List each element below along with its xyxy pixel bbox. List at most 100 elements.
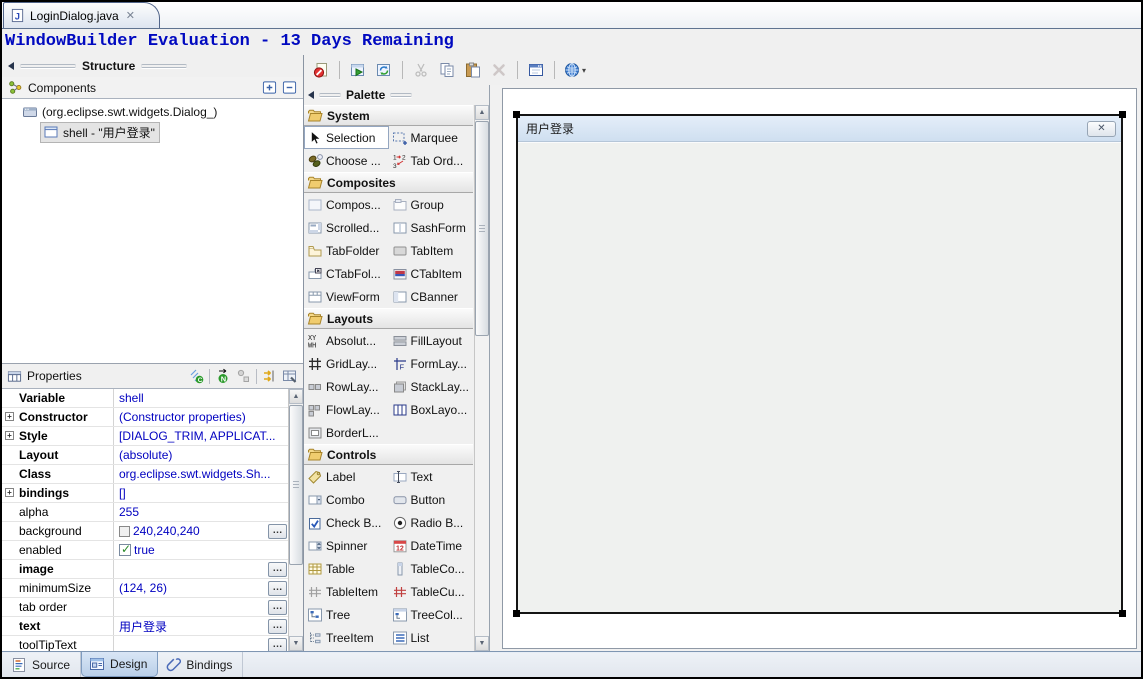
run-test-button[interactable] — [346, 58, 370, 82]
property-value[interactable]: (Constructor properties) — [114, 408, 288, 426]
ellipsis-button[interactable]: … — [268, 562, 287, 577]
palette-category-system[interactable]: System — [304, 105, 473, 126]
collapse-left-icon[interactable] — [8, 62, 14, 70]
palette-item-toolbar[interactable]: ToolBar — [304, 649, 389, 651]
selection-handle[interactable] — [513, 111, 520, 118]
palette-item-marquee[interactable]: Marquee — [389, 126, 474, 149]
paste-button[interactable] — [461, 58, 485, 82]
selection-handle[interactable] — [1119, 610, 1126, 617]
palette-item-absolut[interactable]: XYWHAbsolut... — [304, 329, 389, 352]
property-value[interactable]: [DIALOG_TRIM, APPLICAT... — [114, 427, 288, 445]
dialog-client-area[interactable] — [518, 142, 1121, 612]
ellipsis-button[interactable]: … — [268, 638, 287, 652]
property-row-bindings[interactable]: +bindings[] — [2, 484, 288, 503]
palette-item-ctabitem[interactable]: CTabItem — [389, 262, 474, 285]
property-row-style[interactable]: +Style[DIALOG_TRIM, APPLICAT... — [2, 427, 288, 446]
selection-handle[interactable] — [1119, 111, 1126, 118]
palette-item-toolitem[interactable]: ToolItem — [389, 649, 474, 651]
palette-item-flowlay[interactable]: FlowLay... — [304, 398, 389, 421]
advanced-properties-button[interactable] — [234, 367, 252, 385]
palette-item-text[interactable]: Text — [389, 465, 474, 488]
palette-item-borderl[interactable]: BorderL... — [304, 421, 389, 444]
test-exit-button[interactable] — [309, 58, 333, 82]
editor-tab-logindialog[interactable]: J LoginDialog.java ✕ — [3, 2, 160, 28]
tab-close-icon[interactable]: ✕ — [126, 9, 135, 22]
palette-item-boxlayo[interactable]: BoxLayo... — [389, 398, 474, 421]
tree-item-org-eclipse-swt-widgets-dialog[interactable]: (org.eclipse.swt.widgets.Dialog_) — [2, 102, 303, 122]
property-row-class[interactable]: Classorg.eclipse.swt.widgets.Sh... — [2, 465, 288, 484]
property-value[interactable]: … — [114, 636, 288, 651]
palette-item-tablecu[interactable]: TableCu... — [389, 580, 474, 603]
property-row-image[interactable]: image… — [2, 560, 288, 579]
palette-item-tabfolder[interactable]: TabFolder — [304, 239, 389, 262]
palette-item-treecol[interactable]: TreeCol... — [389, 603, 474, 626]
expand-icon[interactable]: + — [5, 488, 14, 497]
expand-all-button[interactable] — [262, 81, 277, 95]
property-row-layout[interactable]: Layout(absolute) — [2, 446, 288, 465]
property-row-minimumsize[interactable]: minimumSize(124, 26)… — [2, 579, 288, 598]
property-value[interactable]: shell — [114, 389, 288, 407]
checkbox-checked-icon[interactable] — [119, 544, 131, 556]
palette-item-compos[interactable]: Compos... — [304, 193, 389, 216]
collapse-palette-icon[interactable] — [308, 91, 314, 99]
property-value[interactable]: 255 — [114, 503, 288, 521]
globe-button[interactable]: ▾ — [561, 58, 589, 82]
properties-scrollbar[interactable]: ▲ ▼ — [288, 389, 303, 651]
palette-item-combo[interactable]: Combo — [304, 488, 389, 511]
palette-item-stacklay[interactable]: StackLay... — [389, 375, 474, 398]
property-value[interactable]: [] — [114, 484, 288, 502]
palette-item-group[interactable]: Group — [389, 193, 474, 216]
palette-item-check-b[interactable]: Check B... — [304, 511, 389, 534]
palette-item-spinner[interactable]: Spinner — [304, 534, 389, 557]
dialog-close-icon[interactable]: ✕ — [1087, 121, 1116, 137]
palette-category-composites[interactable]: Composites — [304, 172, 473, 193]
palette-category-controls[interactable]: Controls — [304, 444, 473, 465]
property-row-background[interactable]: background240,240,240… — [2, 522, 288, 541]
palette-item-sashform[interactable]: SashForm — [389, 216, 474, 239]
property-row-variable[interactable]: Variableshell — [2, 389, 288, 408]
palette-item-formlay[interactable]: FFormLay... — [389, 352, 474, 375]
ellipsis-button[interactable]: … — [268, 581, 287, 596]
selection-handle[interactable] — [513, 610, 520, 617]
scroll-up-icon[interactable]: ▲ — [289, 389, 303, 404]
property-value[interactable]: 240,240,240… — [114, 522, 288, 540]
property-row-text[interactable]: text用户登录… — [2, 617, 288, 636]
property-row-constructor[interactable]: +Constructor(Constructor properties) — [2, 408, 288, 427]
copy-button[interactable] — [435, 58, 459, 82]
scrollbar-thumb[interactable] — [289, 405, 303, 565]
palette-item-radio-b[interactable]: Radio B... — [389, 511, 474, 534]
tab-source[interactable]: Source — [4, 652, 81, 677]
property-value[interactable]: 用户登录… — [114, 617, 288, 635]
ellipsis-button[interactable]: … — [268, 619, 287, 634]
dialog-titlebar[interactable]: 用户登录 ✕ — [518, 116, 1121, 142]
tab-bindings[interactable]: Bindings — [158, 652, 243, 677]
scrollbar-thumb[interactable] — [475, 121, 489, 336]
palette-scrollbar[interactable]: ▲ ▼ — [474, 105, 489, 651]
property-value[interactable]: (absolute) — [114, 446, 288, 464]
property-row-tooltiptext[interactable]: toolTipText… — [2, 636, 288, 651]
palette-item-viewform[interactable]: ViewForm — [304, 285, 389, 308]
palette-item-selection[interactable]: Selection — [304, 126, 389, 149]
property-value[interactable]: … — [114, 598, 288, 616]
tab-design[interactable]: Design — [81, 652, 158, 677]
property-value[interactable]: true — [114, 541, 288, 559]
designed-dialog-shell[interactable]: 用户登录 ✕ — [516, 114, 1123, 614]
palette-item-tabitem[interactable]: TabItem — [389, 239, 474, 262]
categorize-button[interactable] — [261, 367, 279, 385]
ellipsis-button[interactable]: … — [268, 524, 287, 539]
palette-item-datetime[interactable]: 12DateTime — [389, 534, 474, 557]
ellipsis-button[interactable]: … — [268, 600, 287, 615]
palette-item-ctabfol[interactable]: CTabFol... — [304, 262, 389, 285]
palette-item-tableitem[interactable]: TableItem — [304, 580, 389, 603]
collapse-all-button[interactable] — [282, 81, 297, 95]
scroll-up-icon[interactable]: ▲ — [475, 105, 489, 120]
window-button[interactable] — [524, 58, 548, 82]
property-row-tab-order[interactable]: tab order… — [2, 598, 288, 617]
property-value[interactable]: org.eclipse.swt.widgets.Sh... — [114, 465, 288, 483]
design-surface[interactable]: 用户登录 ✕ — [502, 88, 1137, 649]
expand-icon[interactable]: + — [5, 412, 14, 421]
palette-item-choose[interactable]: Choose ... — [304, 149, 389, 172]
dropdown-arrow-icon[interactable]: ▾ — [582, 66, 586, 75]
palette-item-button[interactable]: Button — [389, 488, 474, 511]
palette-item-table[interactable]: Table — [304, 557, 389, 580]
